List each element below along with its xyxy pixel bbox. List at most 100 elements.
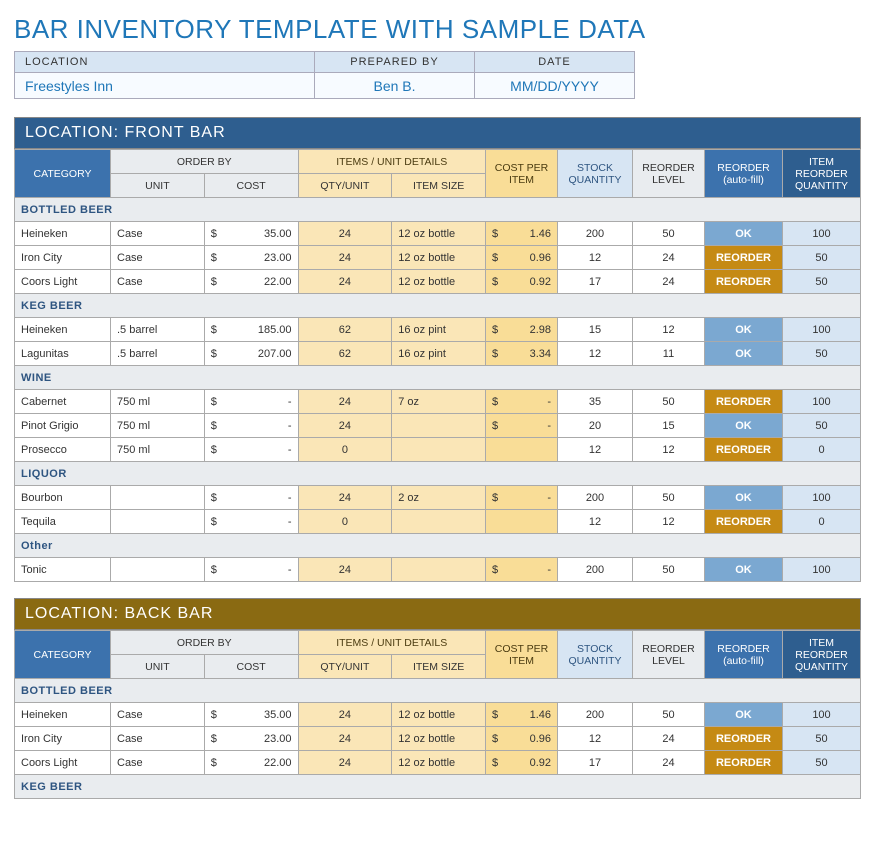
- cell-irq[interactable]: 50: [783, 727, 861, 751]
- cell-level[interactable]: 50: [633, 390, 705, 414]
- cell-name[interactable]: Coors Light: [15, 270, 111, 294]
- cell-irq[interactable]: 100: [783, 318, 861, 342]
- cell-size[interactable]: [392, 438, 486, 462]
- cell-name[interactable]: Heineken: [15, 318, 111, 342]
- cell-size[interactable]: 16 oz pint: [392, 318, 486, 342]
- cell-name[interactable]: Cabernet: [15, 390, 111, 414]
- cell-stock[interactable]: 200: [558, 703, 633, 727]
- cell-qty[interactable]: 24: [298, 390, 392, 414]
- cell-cost[interactable]: $-: [204, 438, 298, 462]
- cell-level[interactable]: 50: [633, 558, 705, 582]
- cell-stock[interactable]: 200: [558, 222, 633, 246]
- cell-level[interactable]: 24: [633, 727, 705, 751]
- cell-level[interactable]: 24: [633, 751, 705, 775]
- cell-cost[interactable]: $22.00: [204, 270, 298, 294]
- cell-name[interactable]: Coors Light: [15, 751, 111, 775]
- cell-qty[interactable]: 24: [298, 414, 392, 438]
- cell-stock[interactable]: 35: [558, 390, 633, 414]
- cell-unit[interactable]: 750 ml: [111, 438, 205, 462]
- cell-level[interactable]: 24: [633, 270, 705, 294]
- cell-size[interactable]: [392, 510, 486, 534]
- cell-level[interactable]: 50: [633, 222, 705, 246]
- cell-level[interactable]: 15: [633, 414, 705, 438]
- cell-level[interactable]: 11: [633, 342, 705, 366]
- cell-size[interactable]: 12 oz bottle: [392, 270, 486, 294]
- cell-irq[interactable]: 100: [783, 558, 861, 582]
- cell-name[interactable]: Heineken: [15, 703, 111, 727]
- cell-cost[interactable]: $22.00: [204, 751, 298, 775]
- meta-value-date[interactable]: MM/DD/YYYY: [475, 73, 635, 99]
- cell-name[interactable]: Lagunitas: [15, 342, 111, 366]
- cell-irq[interactable]: 100: [783, 486, 861, 510]
- cell-qty[interactable]: 0: [298, 438, 392, 462]
- cell-qty[interactable]: 24: [298, 558, 392, 582]
- cell-name[interactable]: Pinot Grigio: [15, 414, 111, 438]
- cell-stock[interactable]: 12: [558, 727, 633, 751]
- cell-unit[interactable]: [111, 558, 205, 582]
- cell-irq[interactable]: 50: [783, 246, 861, 270]
- cell-stock[interactable]: 12: [558, 438, 633, 462]
- cell-name[interactable]: Prosecco: [15, 438, 111, 462]
- cell-cost[interactable]: $-: [204, 414, 298, 438]
- cell-level[interactable]: 50: [633, 703, 705, 727]
- cell-size[interactable]: 12 oz bottle: [392, 222, 486, 246]
- cell-unit[interactable]: Case: [111, 222, 205, 246]
- cell-cost[interactable]: $-: [204, 558, 298, 582]
- cell-name[interactable]: Iron City: [15, 727, 111, 751]
- cell-qty[interactable]: 24: [298, 246, 392, 270]
- meta-value-prepared[interactable]: Ben B.: [315, 73, 475, 99]
- cell-cost[interactable]: $207.00: [204, 342, 298, 366]
- cell-stock[interactable]: 200: [558, 486, 633, 510]
- cell-name[interactable]: Bourbon: [15, 486, 111, 510]
- cell-unit[interactable]: [111, 510, 205, 534]
- cell-irq[interactable]: 50: [783, 414, 861, 438]
- cell-size[interactable]: 12 oz bottle: [392, 727, 486, 751]
- cell-size[interactable]: [392, 414, 486, 438]
- cell-size[interactable]: 12 oz bottle: [392, 703, 486, 727]
- cell-qty[interactable]: 24: [298, 222, 392, 246]
- cell-stock[interactable]: 20: [558, 414, 633, 438]
- cell-irq[interactable]: 100: [783, 703, 861, 727]
- cell-irq[interactable]: 50: [783, 270, 861, 294]
- cell-stock[interactable]: 12: [558, 342, 633, 366]
- cell-name[interactable]: Iron City: [15, 246, 111, 270]
- cell-qty[interactable]: 24: [298, 486, 392, 510]
- cell-qty[interactable]: 24: [298, 751, 392, 775]
- cell-level[interactable]: 12: [633, 438, 705, 462]
- cell-size[interactable]: 12 oz bottle: [392, 751, 486, 775]
- cell-qty[interactable]: 24: [298, 703, 392, 727]
- cell-qty[interactable]: 62: [298, 318, 392, 342]
- cell-irq[interactable]: 50: [783, 342, 861, 366]
- cell-cost[interactable]: $185.00: [204, 318, 298, 342]
- cell-unit[interactable]: Case: [111, 703, 205, 727]
- cell-qty[interactable]: 24: [298, 270, 392, 294]
- cell-irq[interactable]: 50: [783, 751, 861, 775]
- cell-stock[interactable]: 12: [558, 246, 633, 270]
- cell-stock[interactable]: 15: [558, 318, 633, 342]
- cell-irq[interactable]: 0: [783, 510, 861, 534]
- cell-cost[interactable]: $23.00: [204, 246, 298, 270]
- cell-level[interactable]: 50: [633, 486, 705, 510]
- cell-cost[interactable]: $23.00: [204, 727, 298, 751]
- cell-unit[interactable]: Case: [111, 270, 205, 294]
- cell-size[interactable]: 2 oz: [392, 486, 486, 510]
- cell-stock[interactable]: 17: [558, 270, 633, 294]
- cell-irq[interactable]: 100: [783, 222, 861, 246]
- cell-level[interactable]: 12: [633, 510, 705, 534]
- cell-name[interactable]: Tequila: [15, 510, 111, 534]
- cell-cost[interactable]: $35.00: [204, 222, 298, 246]
- cell-unit[interactable]: 750 ml: [111, 390, 205, 414]
- cell-unit[interactable]: [111, 486, 205, 510]
- cell-unit[interactable]: Case: [111, 727, 205, 751]
- cell-cost[interactable]: $35.00: [204, 703, 298, 727]
- cell-cost[interactable]: $-: [204, 390, 298, 414]
- cell-size[interactable]: 12 oz bottle: [392, 246, 486, 270]
- meta-value-location[interactable]: Freestyles Inn: [15, 73, 315, 99]
- cell-stock[interactable]: 200: [558, 558, 633, 582]
- cell-size[interactable]: 7 oz: [392, 390, 486, 414]
- cell-stock[interactable]: 17: [558, 751, 633, 775]
- cell-cost[interactable]: $-: [204, 510, 298, 534]
- cell-name[interactable]: Tonic: [15, 558, 111, 582]
- cell-qty[interactable]: 0: [298, 510, 392, 534]
- cell-level[interactable]: 12: [633, 318, 705, 342]
